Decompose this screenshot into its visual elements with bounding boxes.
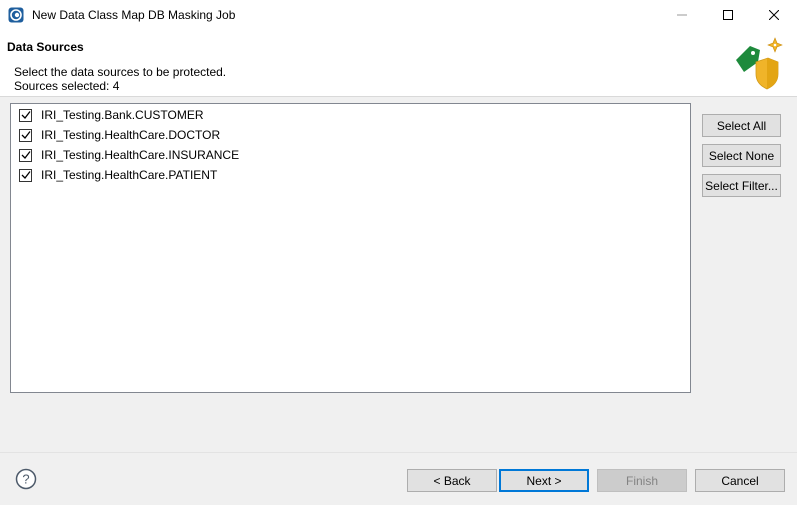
page-description: Select the data sources to be protected.… xyxy=(14,65,226,93)
checkmark-icon xyxy=(21,111,31,119)
cancel-button[interactable]: Cancel xyxy=(695,469,785,492)
source-checkbox[interactable] xyxy=(19,108,32,122)
help-icon[interactable]: ? xyxy=(15,468,37,490)
sources-selected-count: Sources selected: 4 xyxy=(14,79,120,93)
window-title: New Data Class Map DB Masking Job xyxy=(32,8,236,22)
list-item[interactable]: IRI_Testing.Bank.CUSTOMER xyxy=(19,106,204,124)
description-text: Select the data sources to be protected. xyxy=(14,65,227,79)
source-label: IRI_Testing.HealthCare.DOCTOR xyxy=(41,128,221,142)
source-label: IRI_Testing.Bank.CUSTOMER xyxy=(41,108,204,122)
next-button[interactable]: Next > xyxy=(499,469,589,492)
tag-shield-icon xyxy=(736,37,783,90)
page-title: Data Sources xyxy=(7,40,84,54)
select-none-button[interactable]: Select None xyxy=(702,144,781,167)
source-label: IRI_Testing.HealthCare.PATIENT xyxy=(41,168,218,182)
checkmark-icon xyxy=(21,151,31,159)
source-checkbox[interactable] xyxy=(19,168,32,182)
list-item[interactable]: IRI_Testing.HealthCare.INSURANCE xyxy=(19,146,239,164)
checkmark-icon xyxy=(21,171,31,179)
close-icon xyxy=(769,10,779,20)
source-label: IRI_Testing.HealthCare.INSURANCE xyxy=(41,148,240,162)
title-bar: New Data Class Map DB Masking Job xyxy=(0,0,797,30)
finish-button: Finish xyxy=(597,469,687,492)
header-separator xyxy=(0,96,797,97)
minimize-icon xyxy=(677,14,687,16)
source-checkbox[interactable] xyxy=(19,148,32,162)
minimize-button[interactable] xyxy=(659,0,705,30)
checkmark-icon xyxy=(21,131,31,139)
footer-separator xyxy=(0,452,797,453)
svg-text:?: ? xyxy=(22,472,29,487)
close-button[interactable] xyxy=(751,0,797,30)
list-item[interactable]: IRI_Testing.HealthCare.DOCTOR xyxy=(19,126,220,144)
maximize-icon xyxy=(723,10,733,20)
list-item[interactable]: IRI_Testing.HealthCare.PATIENT xyxy=(19,166,217,184)
maximize-button[interactable] xyxy=(705,0,751,30)
app-logo-icon xyxy=(8,7,24,23)
data-sources-list[interactable]: IRI_Testing.Bank.CUSTOMER IRI_Testing.He… xyxy=(10,103,691,393)
wizard-header: Data Sources Select the data sources to … xyxy=(0,30,797,96)
back-button[interactable]: < Back xyxy=(407,469,497,492)
select-filter-button[interactable]: Select Filter... xyxy=(702,174,781,197)
source-checkbox[interactable] xyxy=(19,128,32,142)
select-all-button[interactable]: Select All xyxy=(702,114,781,137)
